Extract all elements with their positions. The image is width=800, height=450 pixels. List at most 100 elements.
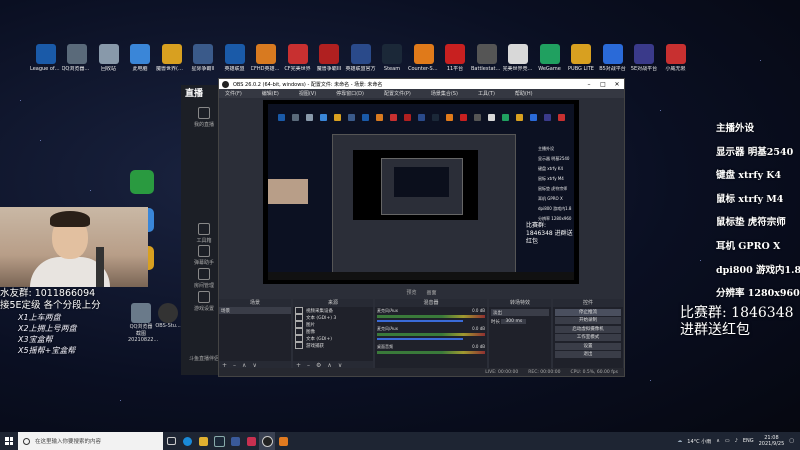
steam-taskbar-icon[interactable] — [211, 432, 227, 450]
minimize-button[interactable]: – — [582, 79, 596, 89]
desktop-icon[interactable]: QQ浏览器截图20210822... — [62, 44, 93, 96]
app-icon — [256, 44, 276, 64]
source-item[interactable]: 文本 (GDI+) 3 — [293, 314, 373, 321]
streamer-menu-item[interactable]: 房间管理 — [187, 268, 221, 289]
source-item[interactable]: 图片 — [293, 321, 373, 328]
obs-status-bar: LIVE: 00:00:00 REC: 00:00:00 CPU: 0.5%, … — [219, 368, 624, 376]
transitions-dock: 转场特效 淡出 时长 300 ms — [489, 299, 551, 369]
fan-group-text: 水友群: 1011866094 — [0, 288, 96, 299]
desktop-icon[interactable]: 回收站 — [93, 44, 124, 96]
peripherals-overlay: 主播外设 显示器 明基2540 键盘 xtrfy K4 鼠标 xtrfy M4 … — [716, 123, 800, 300]
streamer-taskbar-icon[interactable] — [275, 432, 291, 450]
app-icon — [539, 44, 560, 64]
start-recording-button[interactable]: 开始录制 — [555, 317, 621, 324]
search-icon — [23, 437, 30, 445]
app-icon — [161, 44, 182, 64]
source-item[interactable]: 游戏捕获 — [293, 342, 373, 349]
room-icon — [198, 268, 210, 280]
source-item[interactable]: 文本 (GDI+) — [293, 335, 373, 342]
task-view-icon[interactable] — [163, 432, 179, 450]
file-explorer-icon[interactable] — [195, 432, 211, 450]
nested-preview-2 — [394, 167, 449, 197]
desktop-icon[interactable]: 小威无限 — [660, 44, 691, 96]
menu-tools[interactable]: 工具(T) — [478, 90, 495, 97]
taskbar-search[interactable]: 在这里输入你要搜索的内容 — [18, 432, 163, 450]
streamer-bottom-item[interactable]: 斗鱼直播伴侣 — [187, 355, 221, 362]
game-capture-icon — [295, 342, 303, 349]
app-taskbar-icon[interactable] — [243, 432, 259, 450]
app-icon — [571, 44, 591, 64]
menu-file[interactable]: 文件(F) — [225, 90, 242, 97]
studio-mode-button[interactable]: 工作室模式 — [555, 334, 621, 341]
preview-webcam — [268, 179, 308, 204]
settings-icon — [198, 291, 210, 303]
app-icon — [602, 44, 623, 64]
menu-edit[interactable]: 编辑(E) — [262, 90, 279, 97]
menu-profile[interactable]: 配置文件(P) — [384, 90, 411, 97]
app-icon — [508, 44, 528, 64]
mixer-channel: 麦克风/Aux 0.0 dB — [375, 325, 487, 343]
scene-item[interactable]: 场景 — [219, 307, 291, 314]
streamer-menu-item[interactable]: 游戏设置 — [187, 291, 221, 312]
app-icon — [193, 44, 213, 64]
text-icon — [295, 314, 303, 321]
volume-icon[interactable]: ♪ — [735, 438, 738, 444]
system-tray: ☁ 14°C 小雨 ∧ ▭ ♪ ENG 21:08 2021/9/25 ▢ — [677, 432, 800, 450]
network-icon[interactable]: ▭ — [725, 438, 730, 444]
preview-controls: 预览 画面 — [219, 288, 624, 297]
webcam-overlay — [0, 207, 148, 287]
duration-row: 时长 300 ms — [489, 318, 551, 325]
windows-icon — [5, 437, 13, 445]
menu-help[interactable]: 帮助(H) — [515, 90, 533, 97]
transition-select[interactable]: 淡出 — [491, 309, 549, 316]
preview-desktop-capture: 主播外设 显示器 明基2540 键盘 xtrfy K4 鼠标 xtrfy M4 … — [268, 104, 574, 280]
app-icon — [67, 44, 87, 64]
duration-input[interactable]: 300 ms — [501, 319, 527, 324]
preview-app-icon — [404, 114, 411, 121]
stop-streaming-button[interactable]: 停止推流 — [555, 308, 621, 316]
streamer-menu-item[interactable]: 弹幕助手 — [187, 245, 221, 266]
language-indicator[interactable]: ENG — [743, 438, 754, 444]
obs-taskbar-icon[interactable] — [259, 432, 275, 450]
streamer-menu-item[interactable]: 工具箱 — [187, 223, 221, 244]
desktop-icon[interactable]: League of Legends — [30, 44, 61, 96]
preview-app-icon — [320, 114, 327, 121]
preview-app-icon — [488, 114, 495, 121]
volume-slider[interactable] — [377, 338, 464, 340]
tray-chevron-icon[interactable]: ∧ — [716, 438, 720, 444]
exit-button[interactable]: 退出 — [555, 351, 621, 358]
scenes-dock: 场景 场景 + – ∧ ∨ — [219, 299, 291, 369]
close-button[interactable]: ✕ — [610, 79, 624, 89]
desktop-icon[interactable]: 5E对战平台 — [629, 44, 660, 96]
settings-button[interactable]: 设置 — [555, 342, 621, 350]
menu-scene-collection[interactable]: 场景集合(S) — [431, 90, 458, 97]
menu-docks[interactable]: 停靠窗口(D) — [336, 90, 364, 97]
obs-preview[interactable]: 主播外设 显示器 明基2540 键盘 xtrfy K4 鼠标 xtrfy M4 … — [263, 100, 579, 284]
app-icon — [382, 44, 402, 64]
clock[interactable]: 21:08 2021/9/25 — [759, 435, 785, 447]
preview-app-icon — [306, 114, 313, 121]
nested-preview — [353, 150, 478, 220]
desktop-icon[interactable]: 此电脑 — [125, 44, 156, 96]
edge-icon[interactable] — [179, 432, 195, 450]
notification-icon[interactable]: ▢ — [789, 438, 794, 444]
weather-text[interactable]: 14°C 小雨 — [687, 438, 711, 445]
menu-view[interactable]: 视图(V) — [299, 90, 316, 97]
canvas-toggle[interactable]: 画面 — [427, 289, 437, 296]
wechat-icon[interactable] — [130, 170, 154, 194]
preview-app-icon — [362, 114, 369, 121]
virtual-camera-button[interactable]: 启动虚拟摄像机 — [555, 325, 621, 333]
start-button[interactable] — [0, 432, 18, 450]
source-item[interactable]: 视频采集设备 — [293, 307, 373, 314]
source-item[interactable]: 图像 — [293, 328, 373, 335]
weather-icon[interactable]: ☁ — [677, 438, 682, 444]
home-icon — [198, 107, 210, 119]
app-taskbar-icon[interactable] — [227, 432, 243, 450]
streamer-menu-item[interactable]: 我的直播 — [187, 107, 221, 128]
app-icon — [350, 44, 371, 64]
preview-toggle[interactable]: 预览 — [406, 289, 416, 296]
volume-slider[interactable] — [377, 320, 464, 322]
volume-meter — [377, 333, 485, 336]
preview-app-icon — [530, 114, 537, 121]
maximize-button[interactable]: □ — [596, 79, 610, 89]
